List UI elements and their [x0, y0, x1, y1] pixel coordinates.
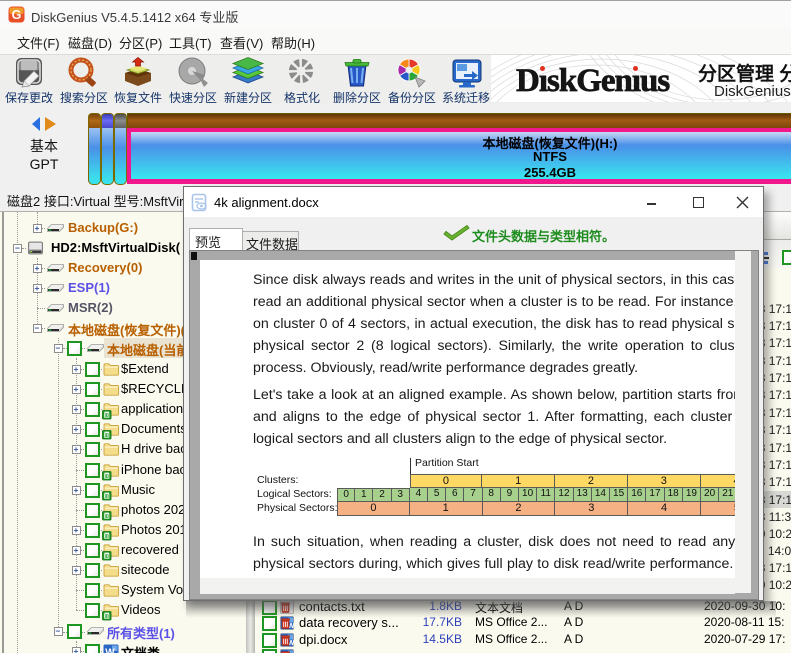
svg-text:W: W: [105, 648, 115, 653]
svg-text:G: G: [12, 8, 22, 22]
